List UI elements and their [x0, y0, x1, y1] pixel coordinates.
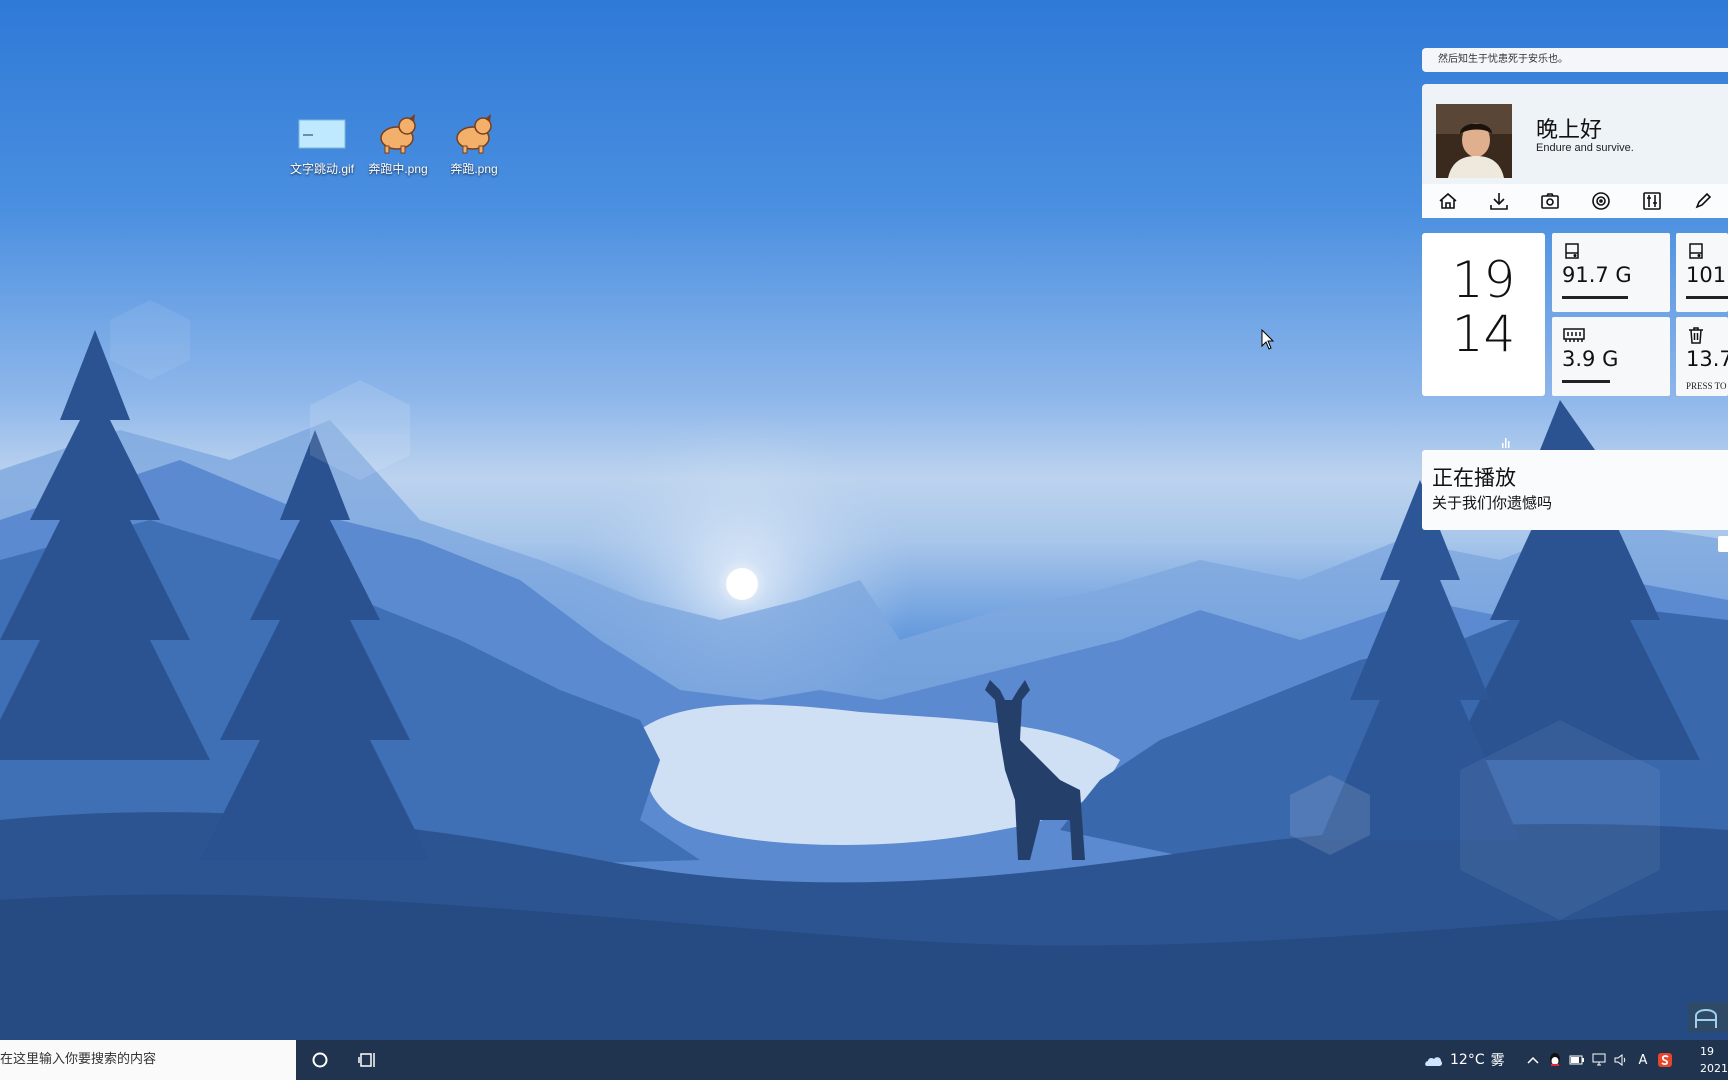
app-logo-icon[interactable] [1688, 1002, 1728, 1032]
quote-widget: 然后知生于忧患死于安乐也。 [1422, 48, 1728, 72]
desktop-icon-label: 文字跳动.gif [289, 162, 354, 176]
system-tray: A [1522, 1040, 1676, 1080]
now-playing-title: 正在播放 [1432, 466, 1516, 490]
dog-image-icon [373, 110, 423, 156]
taskbar-clock[interactable]: 19 2021 [1700, 1043, 1728, 1077]
qq-icon[interactable] [1544, 1040, 1566, 1080]
memory-tile[interactable]: 3.9 G [1552, 317, 1670, 396]
greeting-text: 晚上好 [1536, 118, 1603, 143]
drive-icon [1686, 241, 1706, 265]
motto-text: Endure and survive. [1536, 142, 1634, 154]
quick-launch-bar [1422, 184, 1728, 218]
desktop-icon-gif[interactable]: 文字跳动.gif [282, 110, 362, 177]
edit-icon[interactable] [1677, 184, 1728, 218]
taskbar-date: 2021 [1700, 1062, 1728, 1075]
disk-tile-1[interactable]: 91.7 G [1552, 233, 1670, 312]
sogou-icon[interactable] [1654, 1040, 1676, 1080]
desktop[interactable]: 文字跳动.gif 奔跑中.png 奔跑.png 然后知生于忧患死于安乐也。 晚上… [0, 0, 1728, 1040]
now-playing-widget[interactable]: 正在播放 关于我们你遗憾吗 [1422, 450, 1728, 530]
memory-icon [1562, 325, 1586, 349]
clock-hour: 19 [1451, 251, 1516, 309]
desktop-icon-run-png[interactable]: 奔跑.png [434, 110, 514, 177]
battery-icon[interactable] [1566, 1040, 1588, 1080]
desktop-icon-label: 奔跑.png [450, 162, 498, 176]
recycle-bin-value: 13.7 [1686, 347, 1728, 371]
home-icon[interactable] [1422, 184, 1473, 218]
desktop-icon-running-png[interactable]: 奔跑中.png [358, 110, 438, 177]
weather-condition: 雾 [1490, 1053, 1505, 1069]
clock-minute: 14 [1451, 305, 1516, 363]
clock-widget: 19 14 [1422, 233, 1545, 396]
download-icon[interactable] [1473, 184, 1524, 218]
network-icon[interactable] [1588, 1040, 1610, 1080]
memory-value: 3.9 G [1562, 347, 1619, 371]
dog-image-icon [449, 110, 499, 156]
recycle-bin-tile[interactable]: 13.7 PRESS TO [1676, 317, 1728, 396]
ime-icon[interactable]: A [1632, 1040, 1654, 1080]
disk-usage-bar [1562, 296, 1628, 299]
disk-tile-2[interactable]: 101. [1676, 233, 1728, 312]
search-input[interactable]: 在这里输入你要搜索的内容 [0, 1040, 296, 1080]
drive-icon [1562, 241, 1582, 265]
recycle-bin-hint: PRESS TO [1686, 381, 1727, 391]
now-playing-song: 关于我们你遗憾吗 [1432, 494, 1553, 512]
widget-handle[interactable] [1718, 536, 1728, 552]
chevron-up-icon[interactable] [1522, 1040, 1544, 1080]
trash-icon [1686, 325, 1706, 349]
disk-value: 91.7 G [1562, 263, 1632, 287]
desktop-icon-label: 奔跑中.png [368, 162, 428, 176]
gif-file-icon [297, 110, 347, 156]
memory-usage-bar [1562, 380, 1610, 383]
taskbar-time: 19 [1700, 1045, 1714, 1058]
cortana-icon[interactable] [310, 1050, 330, 1070]
cloud-icon [1425, 1057, 1443, 1066]
disk-value: 101. [1686, 263, 1728, 287]
taskbar: 在这里输入你要搜索的内容 12°C 雾 A 19 2021 [0, 1040, 1728, 1080]
camera-icon[interactable] [1524, 184, 1575, 218]
weather-widget[interactable]: 12°C 雾 [1422, 1040, 1505, 1080]
volume-icon[interactable] [1610, 1040, 1632, 1080]
mouse-cursor-icon [1261, 328, 1275, 355]
disk-usage-bar [1686, 296, 1728, 299]
sliders-icon[interactable] [1626, 184, 1677, 218]
avatar[interactable] [1436, 104, 1512, 178]
profile-widget: 晚上好 Endure and survive. [1422, 84, 1728, 218]
task-view-icon[interactable] [358, 1050, 378, 1070]
weather-temp: 12°C [1450, 1052, 1485, 1068]
disc-icon[interactable] [1575, 184, 1626, 218]
